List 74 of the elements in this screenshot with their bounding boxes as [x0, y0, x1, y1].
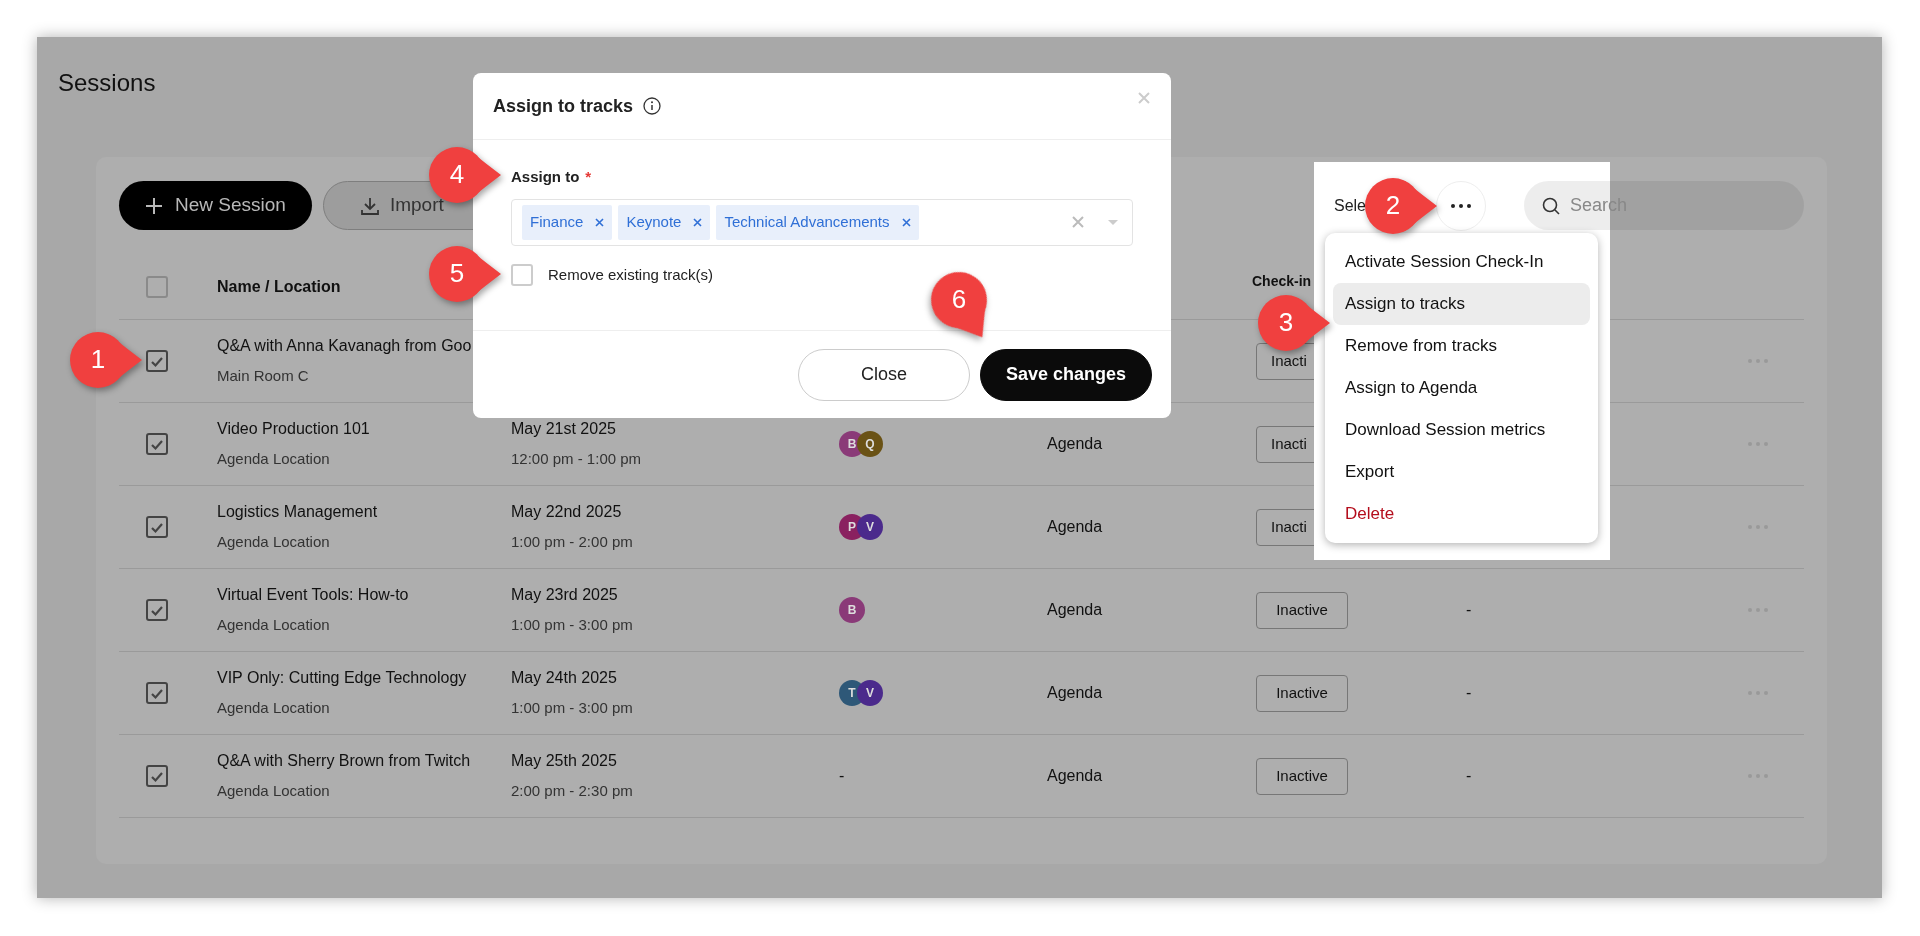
- session-location: Agenda Location: [217, 532, 331, 553]
- session-type: Agenda: [1047, 600, 1104, 620]
- callout-number: 5: [448, 257, 466, 290]
- checkbox[interactable]: [146, 276, 168, 298]
- column-header: Check-in: [1252, 271, 1312, 291]
- tag-remove-icon[interactable]: [901, 217, 911, 227]
- tracks-select-field[interactable]: Finance Keynote Technical Advancements: [511, 198, 1133, 246]
- plus-icon: [145, 196, 163, 215]
- checkin-status-button[interactable]: Inactive: [1256, 674, 1348, 712]
- session-name: VIP Only: Cutting Edge Technology: [217, 668, 468, 689]
- info-icon: [643, 97, 662, 115]
- checkbox[interactable]: [146, 682, 168, 704]
- session-date: May 23rd 2025: [511, 585, 619, 606]
- session-name: Q&A with Sherry Brown from Twitch: [217, 751, 472, 772]
- session-name: Logistics Management: [217, 502, 379, 523]
- session-name: Virtual Event Tools: How-to: [217, 585, 410, 606]
- save-button[interactable]: Save changes: [980, 348, 1152, 401]
- checkbox-label: Remove existing track(s): [548, 264, 714, 285]
- callout-number: 1: [89, 343, 107, 376]
- session-name: Q&A with Anna Kavanagh from Goo: [217, 336, 473, 357]
- session-location: Agenda Location: [217, 698, 331, 719]
- close-icon[interactable]: [1137, 91, 1151, 105]
- session-date: May 22nd 2025: [511, 502, 623, 523]
- session-time: 1:00 pm - 3:00 pm: [511, 698, 634, 719]
- selected-count-label: Sele: [1333, 195, 1366, 216]
- caret-icon[interactable]: [1108, 219, 1118, 225]
- required-mark: *: [585, 167, 592, 187]
- track-avatar: Q: [857, 431, 883, 457]
- track-avatar: V: [857, 514, 883, 540]
- page-title: Sessions: [58, 68, 156, 98]
- tag-remove-icon[interactable]: [595, 217, 605, 227]
- search-icon: [1542, 197, 1560, 215]
- session-type: Agenda: [1047, 517, 1104, 537]
- callout-number: 3: [1277, 306, 1295, 339]
- clear-icon[interactable]: [1072, 216, 1084, 228]
- session-time: 2:00 pm - 2:30 pm: [511, 781, 634, 802]
- session-location: Agenda Location: [217, 449, 331, 470]
- table-cell-text: -: [1466, 766, 1473, 786]
- session-date: May 25th 2025: [511, 751, 618, 772]
- session-date: May 24th 2025: [511, 668, 618, 689]
- track-avatar: V: [857, 680, 883, 706]
- tracks-text: -: [839, 766, 846, 786]
- menu-item[interactable]: Activate Session Check-In: [1333, 241, 1590, 283]
- session-date: May 21st 2025: [511, 419, 617, 440]
- checkbox[interactable]: [146, 350, 168, 372]
- checkbox[interactable]: [146, 433, 168, 455]
- menu-item[interactable]: Assign to tracks: [1333, 283, 1590, 325]
- ellipsis-icon: [1450, 202, 1472, 209]
- tag-remove-icon[interactable]: [693, 217, 703, 227]
- table-cell-text: -: [1466, 683, 1473, 703]
- checkin-status-button[interactable]: Inactive: [1256, 591, 1348, 629]
- new-session-button[interactable]: New Session: [119, 181, 312, 230]
- dialog-title: Assign to tracks: [493, 94, 634, 118]
- session-type: Agenda: [1047, 434, 1104, 454]
- session-location: Agenda Location: [217, 615, 331, 636]
- checkin-status-button[interactable]: Inactive: [1256, 757, 1348, 795]
- table-cell-text: -: [1466, 600, 1473, 620]
- track-avatar: B: [839, 597, 865, 623]
- session-location: Agenda Location: [217, 781, 331, 802]
- checkbox[interactable]: [146, 599, 168, 621]
- checkbox[interactable]: [146, 765, 168, 787]
- checkbox[interactable]: [146, 516, 168, 538]
- session-type: Agenda: [1047, 766, 1104, 786]
- session-type: Agenda: [1047, 683, 1104, 703]
- callout-number: 6: [950, 283, 968, 316]
- session-time: 12:00 pm - 1:00 pm: [511, 449, 643, 470]
- column-header: Name / Location: [217, 277, 341, 297]
- session-name: Video Production 101: [217, 419, 371, 440]
- session-time: 1:00 pm - 2:00 pm: [511, 532, 634, 553]
- close-button[interactable]: Close: [798, 348, 970, 401]
- session-time: 1:00 pm - 3:00 pm: [511, 615, 634, 636]
- callout-number: 2: [1384, 189, 1402, 222]
- session-location: Main Room C: [217, 366, 310, 387]
- download-icon: [359, 195, 380, 216]
